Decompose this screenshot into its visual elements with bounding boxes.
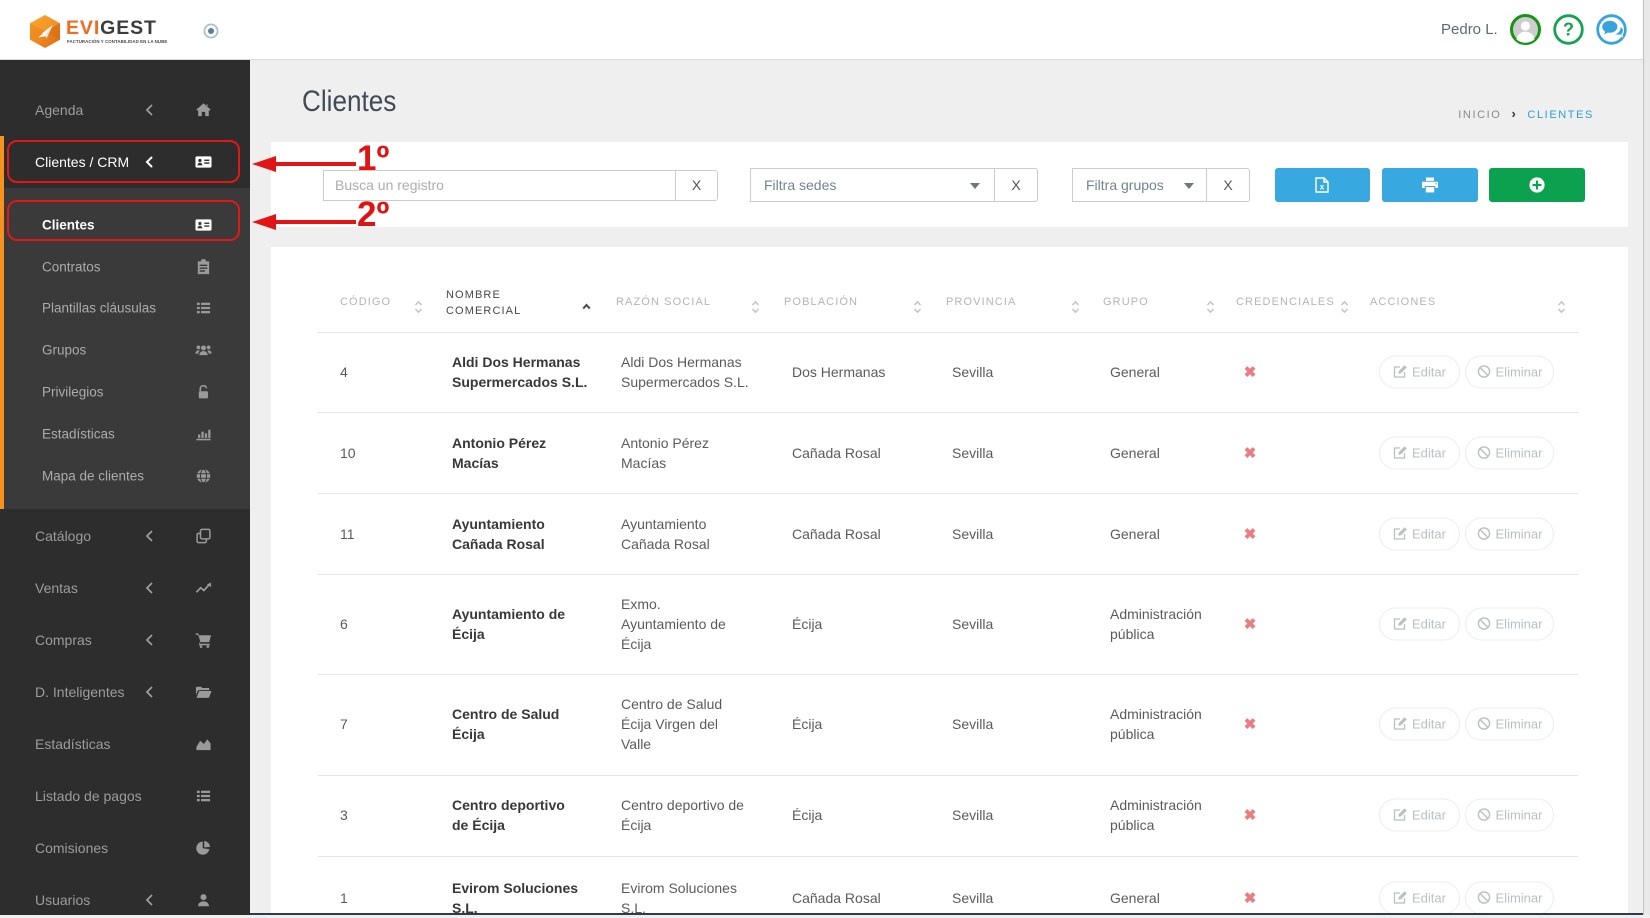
svg-text:?: ?: [1563, 20, 1574, 40]
svg-text:x: x: [1320, 183, 1325, 192]
